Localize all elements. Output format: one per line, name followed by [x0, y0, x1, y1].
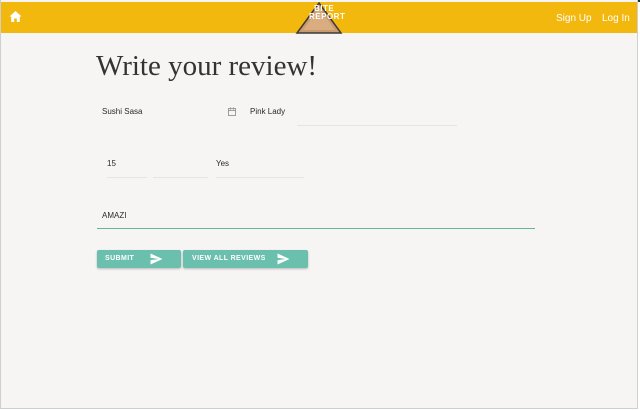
- signup-link[interactable]: Sign Up: [556, 13, 592, 24]
- price-field-underline-1: [107, 177, 147, 178]
- submit-button-label: Submit: [105, 255, 135, 262]
- send-icon: [150, 253, 163, 265]
- price-field[interactable]: 15: [107, 159, 116, 168]
- home-icon[interactable]: [9, 10, 22, 23]
- recommend-field-underline: [216, 177, 304, 178]
- recommend-field[interactable]: Yes: [216, 159, 229, 168]
- view-all-reviews-button[interactable]: View all reviews: [183, 250, 308, 268]
- restaurant-field[interactable]: Sushi Sasa: [102, 107, 142, 116]
- logo-text-line2: REPORT: [309, 12, 346, 21]
- dish-field[interactable]: Pink Lady: [250, 107, 285, 116]
- submit-button[interactable]: Submit: [97, 250, 181, 268]
- send-icon: [277, 253, 290, 265]
- price-field-underline-2: [153, 177, 208, 178]
- review-textarea-underline: [97, 228, 535, 229]
- app-window: BITE REPORT Sign Up Log In Write your re…: [0, 0, 638, 409]
- calendar-icon[interactable]: [228, 107, 236, 116]
- login-link[interactable]: Log In: [602, 13, 630, 24]
- review-textarea[interactable]: AMAZI: [102, 211, 126, 220]
- top-navbar: BITE REPORT Sign Up Log In: [1, 2, 637, 35]
- dish-field-underline: [297, 125, 457, 126]
- page-title: Write your review!: [96, 50, 318, 82]
- view-all-reviews-label: View all reviews: [192, 255, 266, 262]
- bite-report-logo[interactable]: BITE REPORT: [294, 2, 346, 35]
